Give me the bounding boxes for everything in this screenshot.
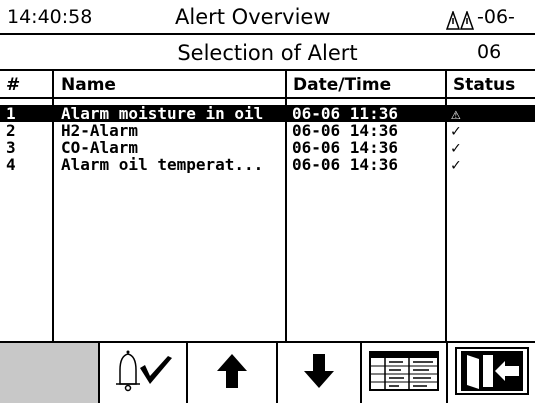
row-datetime: 06-06 11:36 bbox=[292, 105, 398, 122]
row-status-check-icon: ✓ bbox=[451, 122, 461, 139]
row-name: Alarm oil temperat... bbox=[61, 156, 264, 173]
alert-table: # Name Date/Time Status 1 Alarm moisture… bbox=[0, 71, 535, 341]
row-number: 4 bbox=[6, 156, 16, 173]
table-row-3[interactable]: 3 CO-Alarm 06-06 14:36 ✓ bbox=[0, 139, 535, 156]
row-name: Alarm moisture in oil bbox=[61, 105, 264, 122]
row-name: H2-Alarm bbox=[61, 122, 139, 139]
acknowledge-button[interactable] bbox=[100, 343, 188, 403]
row-status-check-icon: ✓ bbox=[451, 139, 461, 156]
table-row-4[interactable]: 4 Alarm oil temperat... 06-06 14:36 ✓ bbox=[0, 156, 535, 173]
row-datetime: 06-06 14:36 bbox=[292, 156, 398, 173]
column-divider bbox=[52, 71, 54, 341]
table-view-button[interactable] bbox=[362, 343, 448, 403]
screen-title: Alert Overview bbox=[175, 5, 331, 29]
table-header: # Name Date/Time Status bbox=[0, 71, 535, 99]
scroll-down-button[interactable] bbox=[278, 343, 362, 403]
row-datetime: 06-06 14:36 bbox=[292, 122, 398, 139]
clock-time: 14:40:58 bbox=[7, 6, 93, 28]
header-bar: 14:40:58 Alert Overview -06-06 bbox=[0, 0, 535, 63]
table-row-2[interactable]: 2 H2-Alarm 06-06 14:36 ✓ bbox=[0, 122, 535, 139]
row-number: 2 bbox=[6, 122, 16, 139]
exit-button[interactable] bbox=[448, 343, 535, 403]
table-row-1[interactable]: 1 Alarm moisture in oil 06-06 11:36 ⚠ bbox=[0, 105, 535, 122]
empty-softkey bbox=[0, 343, 100, 403]
arrow-down-icon bbox=[304, 354, 334, 392]
exit-door-icon bbox=[454, 347, 529, 399]
column-header-name: Name bbox=[61, 75, 116, 95]
column-header-status: Status bbox=[453, 75, 516, 95]
column-divider bbox=[285, 71, 287, 341]
row-datetime: 06-06 14:36 bbox=[292, 139, 398, 156]
arrow-up-icon bbox=[217, 354, 247, 392]
toolbar bbox=[0, 341, 535, 403]
row-status-warning-icon: ⚠ bbox=[451, 105, 461, 122]
table-view-icon bbox=[369, 351, 439, 395]
scroll-up-button[interactable] bbox=[188, 343, 278, 403]
acknowledge-bell-icon bbox=[108, 346, 178, 400]
row-name: CO-Alarm bbox=[61, 139, 139, 156]
column-divider bbox=[445, 71, 447, 341]
row-number: 3 bbox=[6, 139, 16, 156]
row-number: 1 bbox=[6, 105, 16, 122]
column-header-number: # bbox=[6, 75, 21, 95]
column-header-datetime: Date/Time bbox=[293, 75, 392, 95]
selection-title: Selection of Alert bbox=[0, 35, 535, 71]
row-status-check-icon: ✓ bbox=[451, 156, 461, 173]
